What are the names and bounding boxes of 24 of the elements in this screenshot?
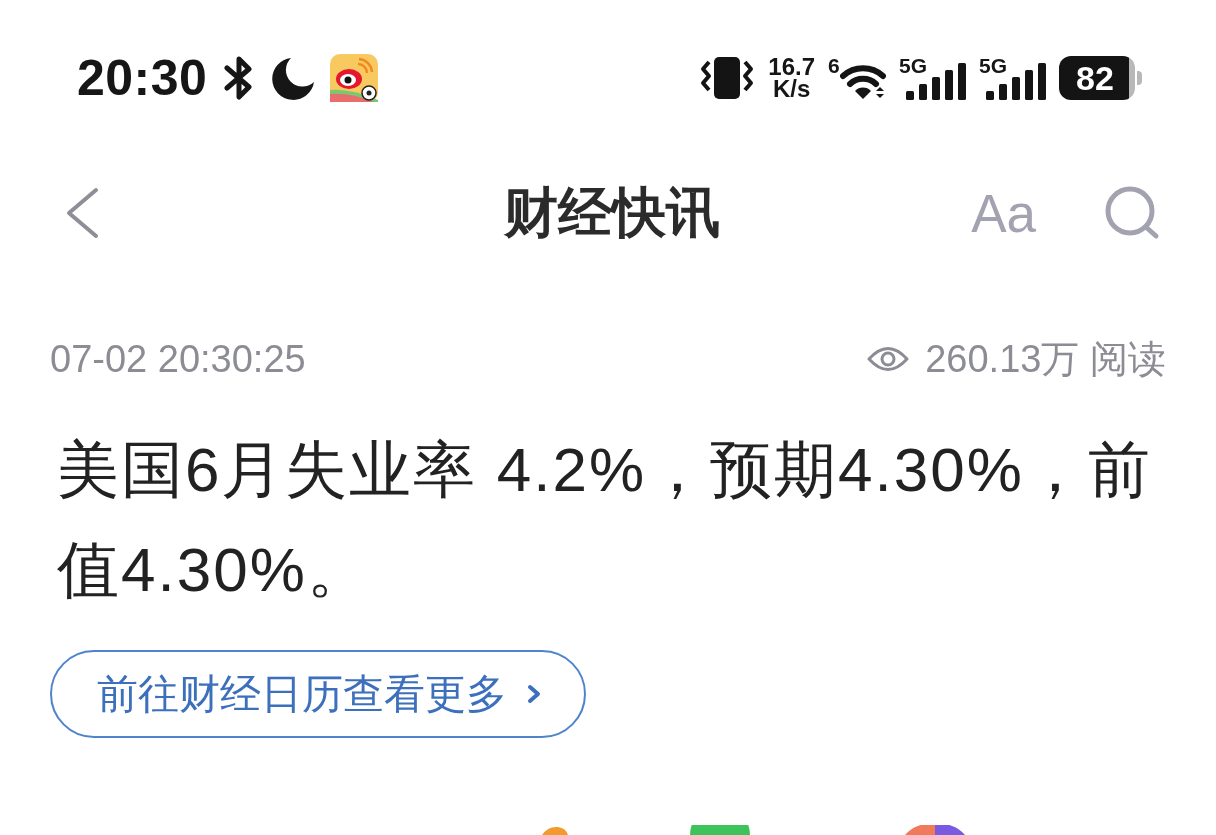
back-button[interactable] <box>64 187 100 239</box>
timestamp: 07-02 20:30:25 <box>50 337 306 381</box>
font-size-button[interactable]: Aa <box>971 186 1036 240</box>
partial-round-icon <box>690 825 750 835</box>
search-button[interactable] <box>1104 185 1160 241</box>
partial-round-icon <box>905 825 965 835</box>
network-speed-text: K/s <box>772 78 811 100</box>
view-count: 260.13万 阅读 <box>925 336 1166 382</box>
app-icon <box>330 54 379 102</box>
news-text: 美国6月失业率 4.2%，预期4.30%，前值4.30%。 <box>56 434 1153 606</box>
network-type-label: 5G <box>979 56 1007 76</box>
clock-time: 20:30 <box>77 49 208 107</box>
network-type-label: 5G <box>899 56 927 76</box>
vibrate-icon <box>699 56 756 100</box>
wifi-standard-label: 6 <box>828 56 840 76</box>
chevron-right-icon <box>527 684 541 704</box>
network-speed-text: 16.7 <box>768 56 815 78</box>
calendar-link-button[interactable]: 前往财经日历查看更多 <box>50 650 586 738</box>
battery-indicator: 82 <box>1059 56 1142 100</box>
page-title: 财经快讯 <box>504 180 720 244</box>
partial-round-icon <box>540 826 570 835</box>
eye-icon <box>867 344 910 374</box>
moon-icon <box>271 56 316 100</box>
wifi-icon <box>840 64 886 100</box>
